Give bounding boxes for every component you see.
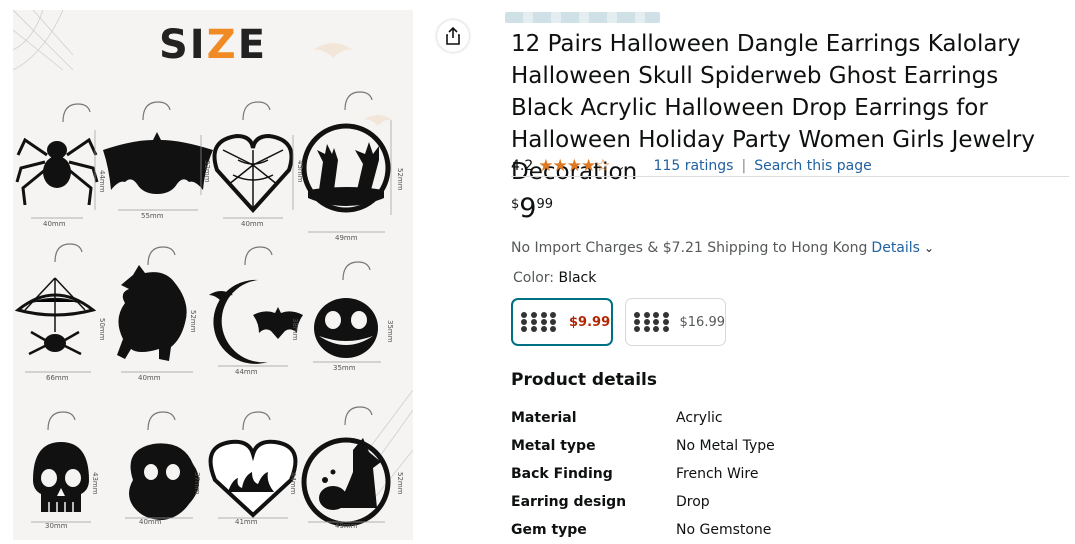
table-row: Back Finding French Wire xyxy=(511,460,1031,488)
shipping-details-link[interactable]: Details xyxy=(871,240,920,256)
bat-earring xyxy=(103,101,213,194)
table-row: Material Acrylic xyxy=(511,404,1031,432)
dim-label: 32mm xyxy=(203,160,211,183)
dim-label: 44mm xyxy=(235,368,258,376)
price-symbol: $ xyxy=(511,197,520,212)
dim-label: 41mm xyxy=(235,518,258,526)
shipping-text: No Import Charges & $7.21 Shipping to Ho… xyxy=(511,240,868,256)
dim-label: 35mm xyxy=(386,320,394,343)
dim-label: 40mm xyxy=(43,220,66,228)
swatch-price: $9.99 xyxy=(569,314,611,330)
color-label: Color: xyxy=(513,270,555,286)
product-details-heading: Product details xyxy=(511,370,657,390)
dim-label: 44mm xyxy=(289,472,297,495)
detail-value: No Metal Type xyxy=(676,438,775,454)
bat-moon-earring xyxy=(209,246,303,364)
dim-label: 66mm xyxy=(46,374,69,382)
dim-label: 40mm xyxy=(241,220,264,228)
rating-row: 4.2 ★★★★☆ ⌄ 115 ratings | Search this pa… xyxy=(511,156,872,176)
dim-label: 35mm xyxy=(333,364,356,372)
chevron-down-icon[interactable]: ⌄ xyxy=(924,241,934,255)
detail-key: Metal type xyxy=(511,438,596,454)
swatch-thumbnail xyxy=(634,305,672,339)
brand-store-link[interactable] xyxy=(505,12,660,23)
table-row: Metal type No Metal Type xyxy=(511,432,1031,460)
detail-key: Gem type xyxy=(511,522,587,538)
skull-earring xyxy=(33,411,89,512)
swatch-option-1[interactable]: $9.99 xyxy=(511,298,613,346)
search-this-page-link[interactable]: Search this page xyxy=(754,158,872,174)
detail-value: No Gemstone xyxy=(676,522,772,538)
separator: | xyxy=(741,158,747,174)
dim-label: 37mm xyxy=(193,472,201,495)
detail-value: Drop xyxy=(676,494,710,510)
color-value: Black xyxy=(558,270,597,286)
dim-label: 38mm xyxy=(291,318,299,341)
table-row: Gem type No Gemstone xyxy=(511,516,1031,544)
dim-label: 30mm xyxy=(45,522,68,530)
witch-cauldron-earring xyxy=(301,406,391,527)
product-details-table: Material Acrylic Metal type No Metal Typ… xyxy=(511,404,1031,544)
rating-value: 4.2 xyxy=(511,158,534,174)
chevron-down-icon[interactable]: ⌄ xyxy=(615,159,625,173)
detail-key: Back Finding xyxy=(511,466,613,482)
table-row: Earring design Drop xyxy=(511,488,1031,516)
price-whole: 9 xyxy=(519,193,537,224)
zombie-hand-earring xyxy=(301,91,391,213)
dim-label: 52mm xyxy=(396,168,404,191)
dim-label: 40mm xyxy=(139,518,162,526)
share-button[interactable] xyxy=(437,20,469,52)
price: $ 9 99 xyxy=(511,194,553,224)
dim-label: 49mm xyxy=(335,234,358,242)
cobweb-decoration xyxy=(13,10,413,501)
flaming-skull-earring xyxy=(129,411,200,520)
detail-key: Material xyxy=(511,410,577,426)
detail-key: Earring design xyxy=(511,494,627,510)
heart-flames-earring xyxy=(208,411,298,518)
dim-label: 40mm xyxy=(138,374,161,382)
size-heading: SIZE xyxy=(13,22,413,68)
product-image[interactable]: 40mm 55mm 40mm 49mm 44mm 32mm 45mm 52mm … xyxy=(13,10,413,540)
price-fraction: 99 xyxy=(536,197,554,212)
dim-label: 52mm xyxy=(396,472,404,495)
swatch-price: $16.99 xyxy=(679,314,726,330)
spiderweb-spider-earring xyxy=(14,243,97,356)
star-rating-icon[interactable]: ★★★★☆ xyxy=(538,156,610,176)
shipping-info: No Import Charges & $7.21 Shipping to Ho… xyxy=(511,240,934,256)
black-cat-earring xyxy=(117,246,187,361)
dim-label: 43mm xyxy=(91,472,99,495)
swatch-thumbnail xyxy=(521,305,559,339)
dim-label: 49mm xyxy=(335,522,358,530)
dim-label: 44mm xyxy=(98,170,106,193)
dim-label: 45mm xyxy=(296,160,304,183)
ratings-count-link[interactable]: 115 ratings xyxy=(654,158,734,174)
size-word: SIZE xyxy=(158,22,268,68)
divider xyxy=(511,176,1069,177)
detail-value: French Wire xyxy=(676,466,759,482)
earrings-size-chart: 40mm 55mm 40mm 49mm 44mm 32mm 45mm 52mm … xyxy=(13,10,413,530)
jack-skull-earring xyxy=(314,261,378,358)
color-selection-label: Color: Black xyxy=(513,270,596,286)
spiderweb-heart-earring xyxy=(212,101,294,213)
dim-label: 52mm xyxy=(189,310,197,333)
swatch-option-2[interactable]: $16.99 xyxy=(625,298,726,346)
spider-earring xyxy=(15,103,99,206)
dim-label: 50mm xyxy=(98,318,106,341)
share-icon xyxy=(446,27,460,45)
dim-label: 55mm xyxy=(141,212,164,220)
detail-value: Acrylic xyxy=(676,410,723,426)
